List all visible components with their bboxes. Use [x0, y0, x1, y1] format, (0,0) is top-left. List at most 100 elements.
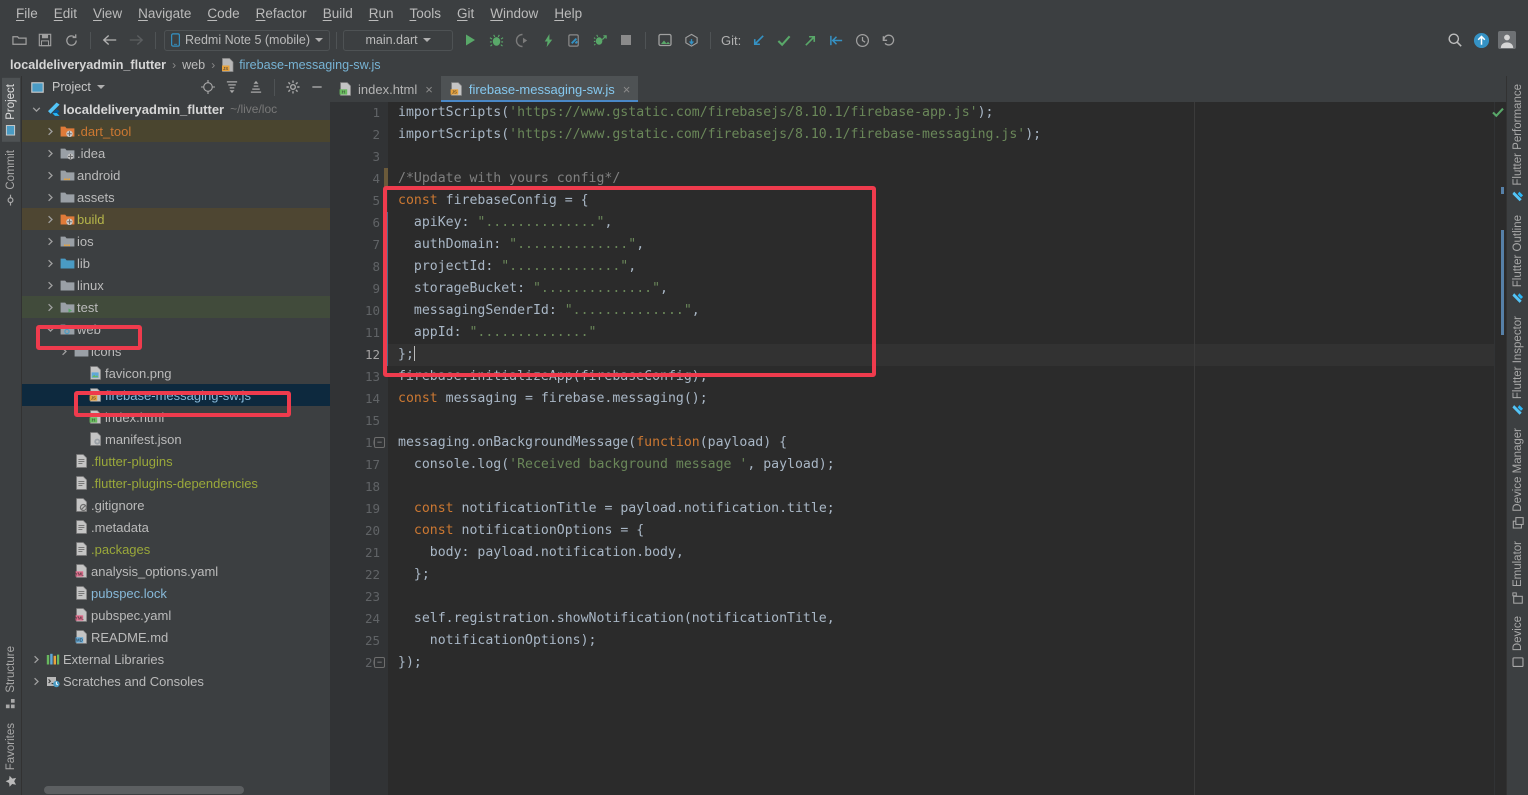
hot-reload-icon[interactable] [537, 29, 559, 51]
code-line[interactable]: const notificationTitle = payload.notifi… [388, 498, 1494, 520]
sidebar-item-project[interactable]: Project [1, 78, 20, 142]
menu-item-view[interactable]: View [85, 3, 130, 24]
project-tree[interactable]: localdeliveryadmin_flutter ~/live/loc .dar… [22, 98, 330, 785]
editor-gutter[interactable]: − − 1 2 3 4 5 6 7 8 9 10 11 12 13 14 15 16 17 18 19 20 21 22 2… [330, 102, 388, 795]
settings-gear-icon[interactable] [284, 78, 302, 96]
chevron-right-icon[interactable] [44, 303, 57, 312]
code-line[interactable]: importScripts('https://www.gstatic.com/f… [388, 124, 1494, 146]
code-editor[interactable]: − − 1 2 3 4 5 6 7 8 9 10 11 12 13 14 15 16 17 18 19 20 21 22 2… [330, 102, 1506, 795]
tree-item-pubspec-lock[interactable]: pubspec.lock [22, 582, 330, 604]
code-line[interactable]: }; [388, 344, 1494, 366]
code-line[interactable]: /*Update with yours config*/ [388, 168, 1494, 190]
avatar-icon[interactable] [1496, 29, 1518, 51]
tree-item-android[interactable]: android [22, 164, 330, 186]
tree-item-gitignore[interactable]: .gitignore [22, 494, 330, 516]
tree-item-icons[interactable]: icons [22, 340, 330, 362]
editor-tab-index-html[interactable]: Hindex.html × [330, 76, 441, 102]
code-line[interactable]: importScripts('https://www.gstatic.com/f… [388, 102, 1494, 124]
code-line[interactable]: const messaging = firebase.messaging(); [388, 388, 1494, 410]
tree-item-build[interactable]: build [22, 208, 330, 230]
code-line[interactable]: console.log('Received background message… [388, 454, 1494, 476]
sidebar-item-favorites[interactable]: Favorites [2, 717, 20, 793]
sidebar-item-emulator[interactable]: Emulator [1509, 535, 1527, 610]
tree-item-readme-md[interactable]: MD README.md [22, 626, 330, 648]
code-line[interactable] [388, 146, 1494, 168]
sidebar-item-device[interactable]: Device [1509, 610, 1527, 674]
breadcrumb-project[interactable]: localdeliveryadmin_flutter [10, 58, 166, 72]
sidebar-item-commit[interactable]: Commit [2, 144, 20, 212]
tree-item-metadata[interactable]: .metadata [22, 516, 330, 538]
git-rollback-icon[interactable] [877, 29, 899, 51]
select-opened-file-icon[interactable] [199, 78, 217, 96]
tree-item-analysis-options-yaml[interactable]: YML analysis_options.yaml [22, 560, 330, 582]
chevron-right-icon[interactable] [44, 237, 57, 246]
menu-item-build[interactable]: Build [315, 3, 361, 24]
breadcrumb-folder[interactable]: web [182, 58, 205, 72]
forward-arrow-icon[interactable] [125, 29, 147, 51]
chevron-down-icon[interactable] [30, 105, 43, 114]
update-available-icon[interactable] [1470, 29, 1492, 51]
close-icon[interactable]: × [623, 82, 631, 97]
menu-item-run[interactable]: Run [361, 3, 402, 24]
tree-item-firebase-messaging-sw-js[interactable]: JS firebase-messaging-sw.js [22, 384, 330, 406]
sync-icon[interactable] [60, 29, 82, 51]
device-file-explorer-icon[interactable] [680, 29, 702, 51]
code-line[interactable]: }); [388, 652, 1494, 674]
tree-item-index-html[interactable]: Hindex.html [22, 406, 330, 428]
run-icon[interactable] [459, 29, 481, 51]
save-icon[interactable] [34, 29, 56, 51]
debug-icon[interactable] [485, 29, 507, 51]
code-line[interactable]: authDomain: "..............", [388, 234, 1494, 256]
sidebar-item-flutter-inspector[interactable]: Flutter Inspector [1509, 310, 1527, 422]
menu-item-git[interactable]: Git [449, 3, 482, 24]
collapse-all-icon[interactable] [247, 78, 265, 96]
hot-restart-icon[interactable] [563, 29, 585, 51]
code-line[interactable]: }; [388, 564, 1494, 586]
sidebar-item-flutter-performance[interactable]: Flutter Performance [1509, 78, 1527, 209]
editor-marker-bar[interactable] [1492, 102, 1506, 795]
sidebar-item-structure[interactable]: Structure [2, 640, 20, 715]
menu-item-tools[interactable]: Tools [402, 3, 450, 24]
tree-item-assets[interactable]: assets [22, 186, 330, 208]
project-tree-horizontal-scrollbar[interactable] [22, 785, 330, 795]
git-history-icon[interactable] [851, 29, 873, 51]
code-line[interactable] [388, 586, 1494, 608]
tree-item-manifest-json[interactable]: manifest.json [22, 428, 330, 450]
close-icon[interactable]: × [425, 82, 433, 97]
code-line[interactable] [388, 410, 1494, 432]
chevron-right-icon[interactable] [58, 347, 71, 356]
tree-item-ios[interactable]: ios [22, 230, 330, 252]
hide-panel-icon[interactable] [308, 78, 326, 96]
chevron-right-icon[interactable] [44, 127, 57, 136]
chevron-right-icon[interactable] [44, 259, 57, 268]
stop-icon[interactable] [615, 29, 637, 51]
menu-item-refactor[interactable]: Refactor [248, 3, 315, 24]
tree-item-flutter-plugins[interactable]: .flutter-plugins [22, 450, 330, 472]
ok-check-icon[interactable] [1492, 107, 1504, 118]
search-icon[interactable] [1444, 29, 1466, 51]
breadcrumb-file[interactable]: firebase-messaging-sw.js [239, 58, 380, 72]
tree-item-idea[interactable]: .idea [22, 142, 330, 164]
code-line[interactable]: firebase.initializeApp(firebaseConfig); [388, 366, 1494, 388]
code-line[interactable]: const firebaseConfig = { [388, 190, 1494, 212]
tree-item-localdeliveryadmin-flutter[interactable]: localdeliveryadmin_flutter ~/live/loc [22, 98, 330, 120]
git-commit-icon[interactable] [773, 29, 795, 51]
git-update-project-icon[interactable] [825, 29, 847, 51]
git-push-icon[interactable] [799, 29, 821, 51]
tree-item-linux[interactable]: linux [22, 274, 330, 296]
back-arrow-icon[interactable] [99, 29, 121, 51]
chevron-right-icon[interactable] [30, 655, 43, 664]
run-configuration-selector[interactable]: main.dart [343, 29, 454, 51]
device-selector[interactable]: Redmi Note 5 (mobile) [164, 29, 331, 51]
code-line[interactable]: const notificationOptions = { [388, 520, 1494, 542]
tree-item-lib[interactable]: lib [22, 252, 330, 274]
menu-item-file[interactable]: File [8, 3, 46, 24]
code-line[interactable]: storageBucket: "..............", [388, 278, 1494, 300]
chevron-right-icon[interactable] [44, 193, 57, 202]
chevron-right-icon[interactable] [44, 149, 57, 158]
tree-item-test[interactable]: test [22, 296, 330, 318]
code-line[interactable]: notificationOptions); [388, 630, 1494, 652]
code-line[interactable]: projectId: "..............", [388, 256, 1494, 278]
tree-item-web[interactable]: web [22, 318, 330, 340]
tree-item-scratches-and-consoles[interactable]: Scratches and Consoles [22, 670, 330, 692]
